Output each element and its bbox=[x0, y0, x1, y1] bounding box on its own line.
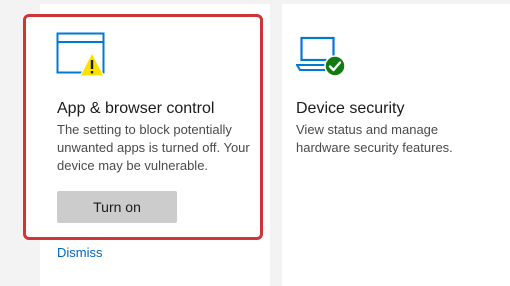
device-security-check-icon bbox=[296, 36, 346, 77]
turn-on-button[interactable]: Turn on bbox=[57, 191, 177, 223]
dismiss-link[interactable]: Dismiss bbox=[57, 245, 103, 260]
app-browser-control-description: The setting to block potentially unwante… bbox=[57, 122, 250, 173]
device-security-title: Device security bbox=[296, 100, 405, 117]
app-browser-control-title: App & browser control bbox=[57, 100, 215, 117]
app-browser-warning-icon bbox=[56, 32, 105, 77]
device-security-description: View status and manage hardware security… bbox=[296, 122, 453, 155]
